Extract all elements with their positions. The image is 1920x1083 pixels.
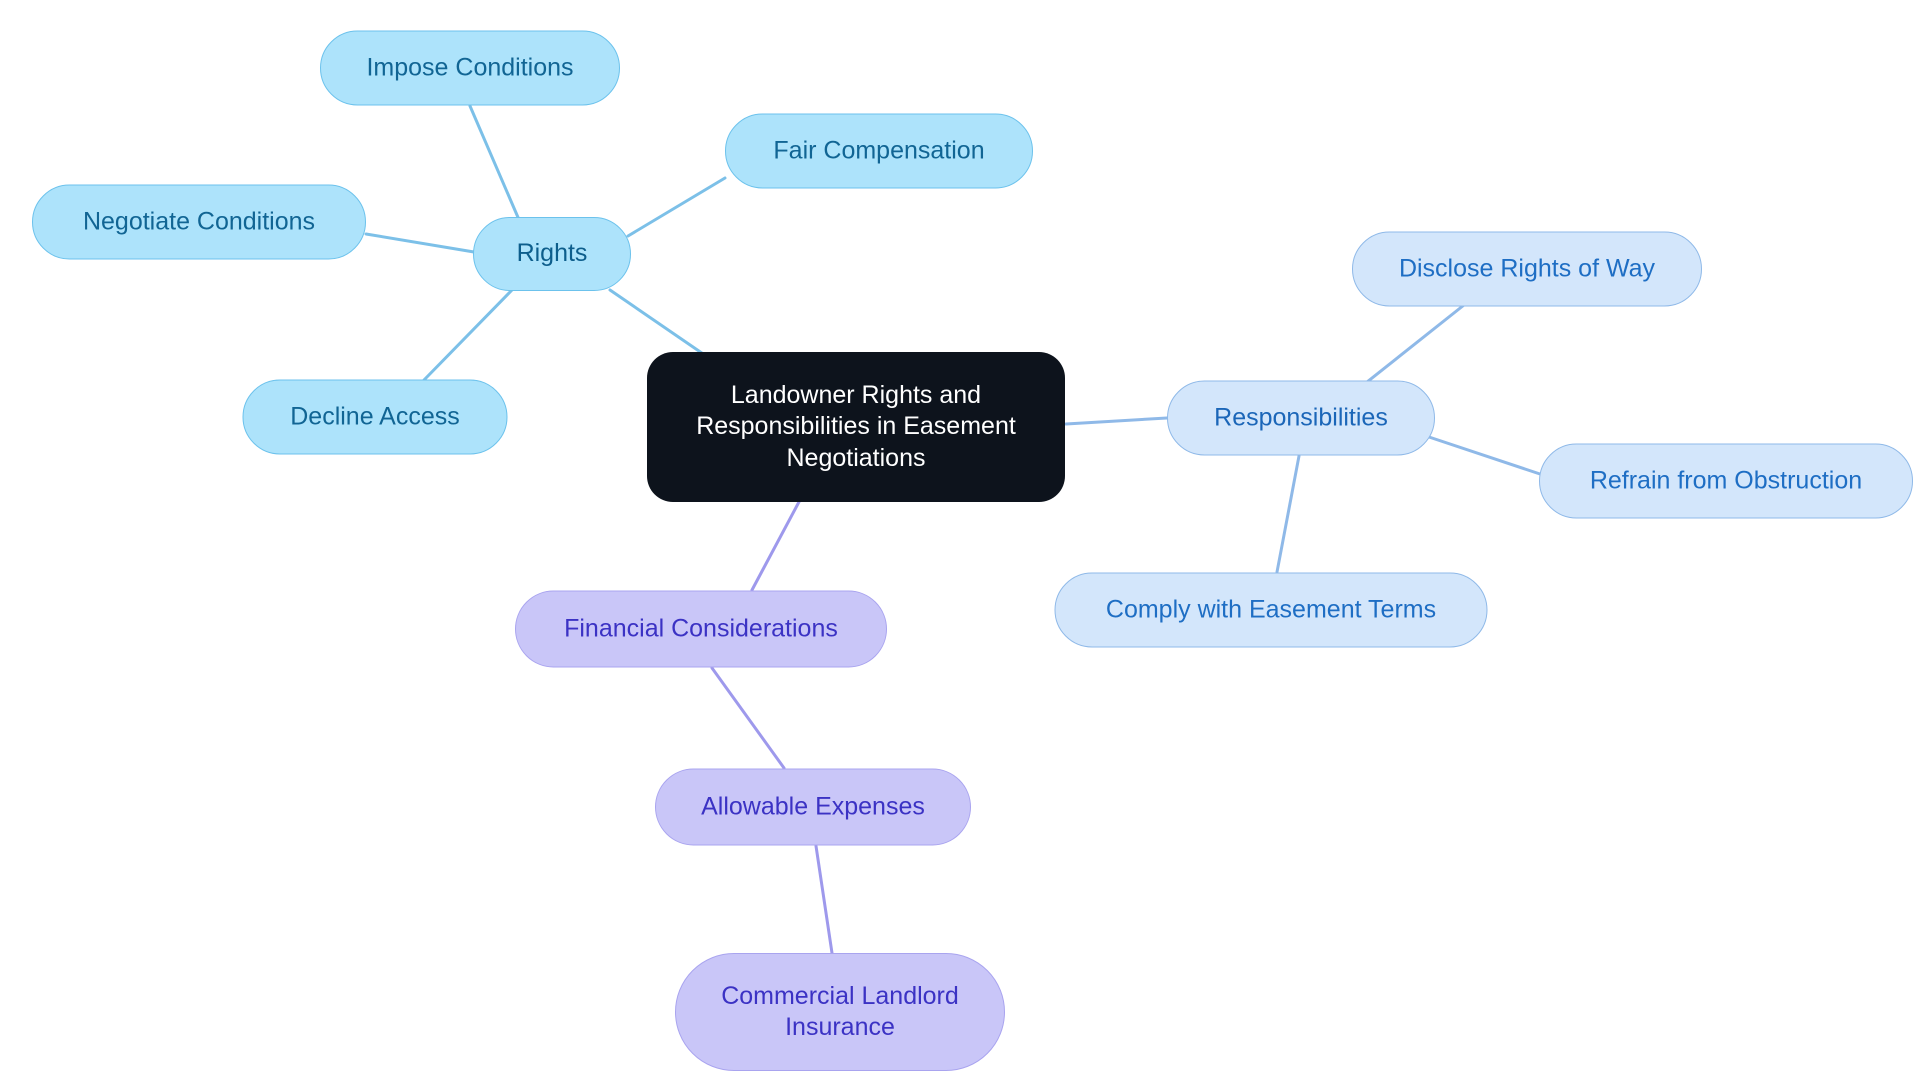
node-financial-considerations-label: Financial Considerations — [564, 614, 838, 643]
node-decline-access[interactable]: Decline Access — [242, 379, 508, 455]
edge-allowable_expenses-to-commercial_landlord_insurance — [814, 844, 834, 955]
edge-rights-to-decline_access — [422, 288, 514, 382]
node-fair-compensation[interactable]: Fair Compensation — [725, 113, 1033, 189]
node-refrain-from-obstruction[interactable]: Refrain from Obstruction — [1539, 443, 1913, 519]
node-rights-label: Rights — [516, 239, 588, 268]
node-responsibilities-label: Responsibilities — [1214, 403, 1388, 432]
edge-root-to-financial_considerations — [750, 498, 802, 592]
edge-root-to-responsibilities — [1064, 416, 1169, 426]
edge-rights-to-impose_conditions — [468, 104, 522, 224]
edge-responsibilities-to-refrain_from_obstruction — [1424, 434, 1542, 476]
node-comply-with-easement-terms[interactable]: Comply with Easement Terms — [1054, 572, 1488, 648]
node-comply-with-easement-terms-label: Comply with Easement Terms — [1105, 595, 1437, 624]
node-financial-considerations[interactable]: Financial Considerations — [515, 590, 887, 668]
edge-rights-to-negotiate_conditions — [364, 232, 476, 254]
edge-rights-to-fair_compensation — [626, 176, 727, 238]
node-allowable-expenses[interactable]: Allowable Expenses — [655, 768, 971, 846]
edge-responsibilities-to-comply_with_easement_terms — [1275, 454, 1301, 574]
node-negotiate-conditions[interactable]: Negotiate Conditions — [32, 184, 366, 260]
node-refrain-from-obstruction-label: Refrain from Obstruction — [1589, 466, 1863, 495]
node-rights[interactable]: Rights — [473, 217, 631, 291]
node-fair-compensation-label: Fair Compensation — [773, 136, 985, 165]
node-root-label: Landowner Rights and Responsibilities in… — [696, 381, 1016, 472]
node-root[interactable]: Landowner Rights and Responsibilities in… — [647, 352, 1065, 502]
node-impose-conditions-label: Impose Conditions — [366, 53, 574, 82]
edge-financial_considerations-to-allowable_expenses — [710, 666, 786, 770]
node-decline-access-label: Decline Access — [290, 402, 460, 431]
node-disclose-rights-of-way-label: Disclose Rights of Way — [1398, 254, 1656, 283]
node-commercial-landlord-insurance[interactable]: Commercial Landlord Insurance — [675, 953, 1005, 1071]
node-commercial-landlord-insurance-label: Commercial Landlord Insurance — [721, 981, 959, 1041]
node-disclose-rights-of-way[interactable]: Disclose Rights of Way — [1352, 231, 1702, 307]
mindmap-canvas: Landowner Rights and Responsibilities in… — [0, 0, 1920, 1083]
node-negotiate-conditions-label: Negotiate Conditions — [82, 207, 316, 236]
edge-root-to-rights — [608, 288, 714, 362]
edge-responsibilities-to-disclose_rights_of_way — [1360, 303, 1466, 388]
node-responsibilities[interactable]: Responsibilities — [1167, 380, 1435, 456]
node-impose-conditions[interactable]: Impose Conditions — [320, 30, 620, 106]
node-allowable-expenses-label: Allowable Expenses — [701, 792, 925, 821]
